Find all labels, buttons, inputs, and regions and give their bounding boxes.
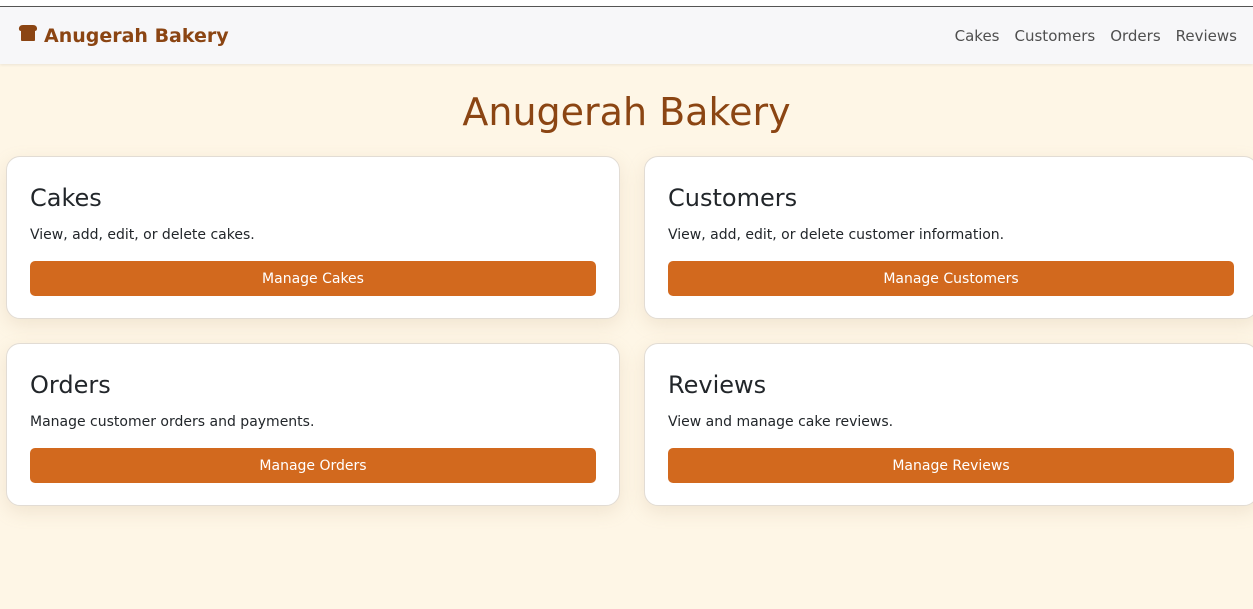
manage-customers-button[interactable]: Manage Customers	[668, 261, 1234, 296]
manage-reviews-button[interactable]: Manage Reviews	[668, 448, 1234, 483]
card-title: Orders	[30, 371, 111, 399]
card-reviews: Reviews View and manage cake reviews. Ma…	[644, 343, 1253, 506]
nav-link-orders[interactable]: Orders	[1110, 27, 1160, 45]
card-description: View, add, edit, or delete customer info…	[668, 227, 1005, 243]
nav-link-customers[interactable]: Customers	[1015, 27, 1096, 45]
card-grid: Cakes View, add, edit, or delete cakes. …	[0, 156, 1253, 506]
window-top-border	[0, 0, 1253, 7]
card-cakes: Cakes View, add, edit, or delete cakes. …	[6, 156, 620, 319]
nav-link-cakes[interactable]: Cakes	[955, 27, 1000, 45]
card-title: Cakes	[30, 184, 102, 212]
nav-link-reviews[interactable]: Reviews	[1176, 27, 1237, 45]
card-description: View and manage cake reviews.	[668, 414, 894, 430]
brand-name: Anugerah Bakery	[44, 24, 229, 47]
nav-links: Cakes Customers Orders Reviews	[955, 27, 1237, 45]
page-title: Anugerah Bakery	[462, 90, 791, 134]
card-description: View, add, edit, or delete cakes.	[30, 227, 255, 243]
card-title: Reviews	[668, 371, 767, 399]
card-title: Customers	[668, 184, 798, 212]
manage-orders-button[interactable]: Manage Orders	[30, 448, 596, 483]
card-customers: Customers View, add, edit, or delete cus…	[644, 156, 1253, 319]
manage-cakes-button[interactable]: Manage Cakes	[30, 261, 596, 296]
navbar: Anugerah Bakery Cakes Customers Orders R…	[0, 7, 1253, 64]
card-description: Manage customer orders and payments.	[30, 414, 315, 430]
card-orders: Orders Manage customer orders and paymen…	[6, 343, 620, 506]
brand-link[interactable]: Anugerah Bakery	[18, 24, 229, 47]
bread-icon	[18, 24, 38, 47]
